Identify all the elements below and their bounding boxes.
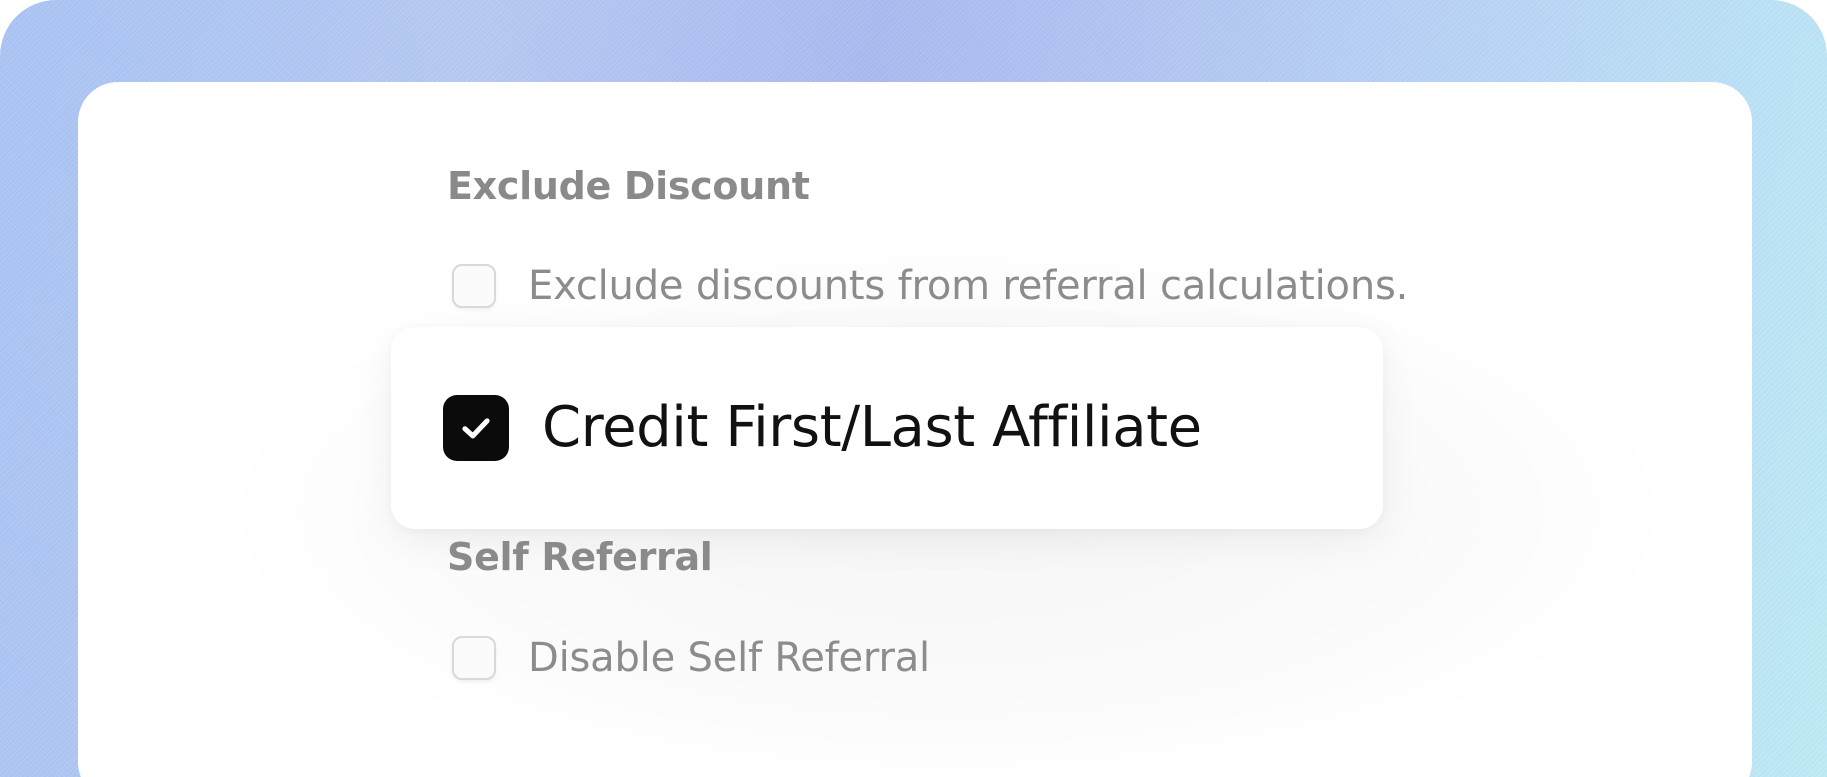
exclude-discount-checkbox[interactable] <box>452 264 496 308</box>
exclude-discount-heading: Exclude Discount <box>447 164 810 208</box>
self-referral-heading: Self Referral <box>447 535 713 579</box>
self-referral-label: Disable Self Referral <box>528 635 930 681</box>
self-referral-checkbox[interactable] <box>452 636 496 680</box>
checkmark-icon <box>462 418 490 439</box>
credit-affiliate-label[interactable]: Credit First/Last Affiliate <box>542 393 1202 463</box>
exclude-discount-option[interactable]: Exclude discounts from referral calculat… <box>452 263 1408 309</box>
self-referral-option[interactable]: Disable Self Referral <box>452 635 930 681</box>
background-frame: Exclude Discount Exclude discounts from … <box>0 0 1827 777</box>
exclude-discount-label: Exclude discounts from referral calculat… <box>528 263 1409 309</box>
settings-card: Exclude Discount Exclude discounts from … <box>78 82 1752 777</box>
credit-affiliate-checkbox[interactable] <box>443 395 509 461</box>
